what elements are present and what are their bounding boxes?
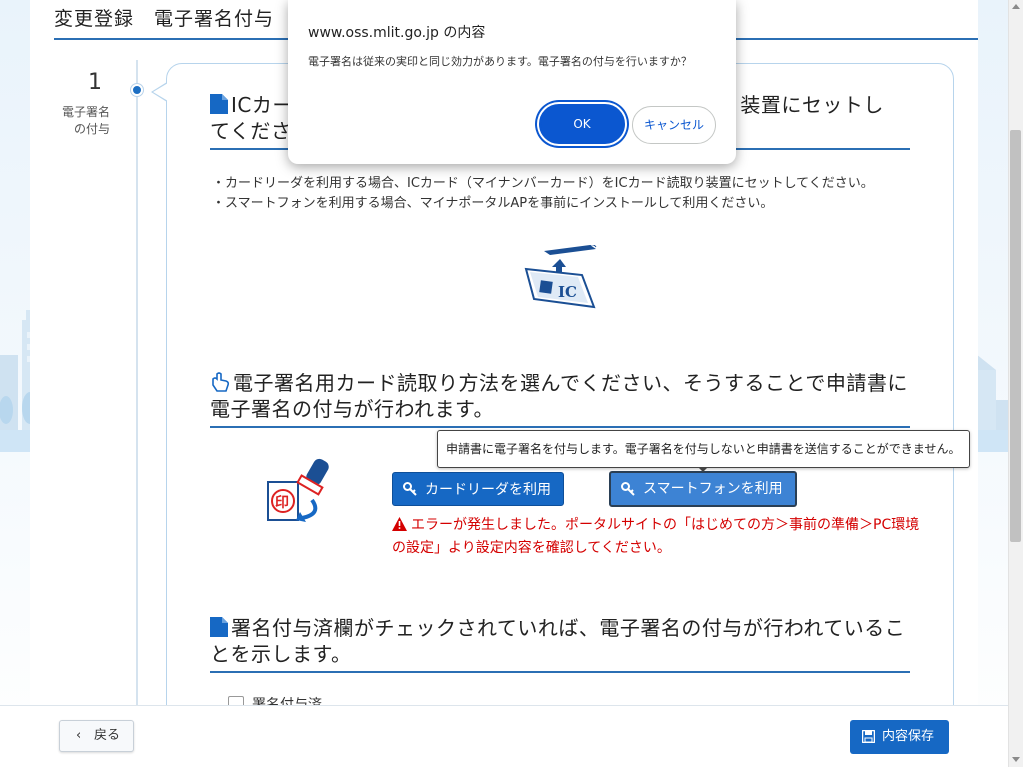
card-pointer-inner — [153, 83, 168, 101]
section2-heading-text: 電子署名用カード読取り方法を選んでください、そうすることで申請書に電子署名の付与… — [210, 371, 908, 421]
key-icon — [403, 482, 417, 496]
confirm-dialog: www.oss.mlit.go.jp の内容 電子署名は従来の実印と同じ効力があ… — [288, 0, 736, 164]
section3-heading: 署名付与済欄がチェックされていれば、電子署名の付与が行われていることを示します。 — [210, 615, 910, 673]
smartphone-tooltip: 申請書に電子署名を付与します。電子署名を付与しないと申請書を送信することができま… — [437, 430, 970, 468]
stamp-illustration: 印 — [267, 458, 329, 522]
card-reader-label: カードリーダを利用 — [425, 482, 551, 498]
step-label-line2: の付与 — [73, 122, 110, 136]
scrollbar-thumb[interactable] — [1010, 130, 1021, 542]
pointer-hand-icon — [212, 372, 230, 392]
step-dot — [131, 84, 143, 96]
error-text: エラーが発生しました。ポータルサイトの「はじめての方＞事前の準備＞PC環境の設定… — [392, 517, 920, 556]
ic-label: IC — [558, 283, 577, 301]
section1-heading-start: ICカー — [231, 93, 293, 117]
section1-heading-right: り装置にセットし — [719, 93, 884, 117]
section1-instructions: ・カードリーダを利用する場合、ICカード（マイナンバーカード）をICカード読取り… — [212, 174, 912, 214]
smartphone-button[interactable]: スマートフォンを利用 — [609, 471, 797, 507]
save-label: 内容保存 — [882, 729, 935, 744]
card-reader-button[interactable]: カードリーダを利用 — [392, 472, 564, 506]
scroll-down-arrow-icon[interactable] — [1012, 757, 1020, 762]
bullet-card-reader: ・カードリーダを利用する場合、ICカード（マイナンバーカード）をICカード読取り… — [212, 176, 874, 191]
chevron-left-icon: ‹ — [76, 728, 82, 743]
scroll-up-arrow-icon[interactable] — [1012, 4, 1020, 9]
document-icon — [210, 617, 228, 637]
save-button[interactable]: 内容保存 — [850, 720, 949, 754]
save-disk-icon — [862, 730, 875, 743]
warning-icon — [392, 517, 407, 531]
step-label: 電子署名 の付与 — [50, 104, 110, 138]
tooltip-tail — [698, 467, 708, 472]
section2-heading: 電子署名用カード読取り方法を選んでください、そうすることで申請書に電子署名の付与… — [210, 370, 910, 428]
dialog-message: 電子署名は従来の実印と同じ効力があります。電子署名の付与を行いますか？ — [308, 55, 692, 68]
ic-card-reader-illustration: IC — [524, 245, 597, 309]
error-message: エラーが発生しました。ポータルサイトの「はじめての方＞事前の準備＞PC環境の設定… — [392, 514, 932, 560]
dialog-title: www.oss.mlit.go.jp の内容 — [308, 25, 486, 41]
dialog-ok-button[interactable]: OK — [539, 104, 625, 144]
key-icon — [621, 482, 635, 496]
step-number: 1 — [88, 70, 102, 95]
page-title: 変更登録 電子署名付与 — [54, 8, 275, 30]
smartphone-label: スマートフォンを利用 — [643, 481, 783, 497]
dialog-cancel-button[interactable]: キャンセル — [632, 106, 716, 144]
section3-heading-text: 署名付与済欄がチェックされていれば、電子署名の付与が行われていることを示します。 — [210, 616, 906, 666]
back-label: 戻る — [94, 728, 121, 743]
bullet-smartphone: ・スマートフォンを利用する場合、マイナポータルAPを事前にインストールして利用く… — [212, 196, 774, 211]
step-label-line1: 電子署名 — [61, 105, 110, 119]
stamp-char: 印 — [275, 494, 289, 511]
back-button[interactable]: ‹ 戻る — [59, 720, 134, 752]
step-timeline — [136, 60, 138, 705]
document-icon — [210, 94, 228, 114]
